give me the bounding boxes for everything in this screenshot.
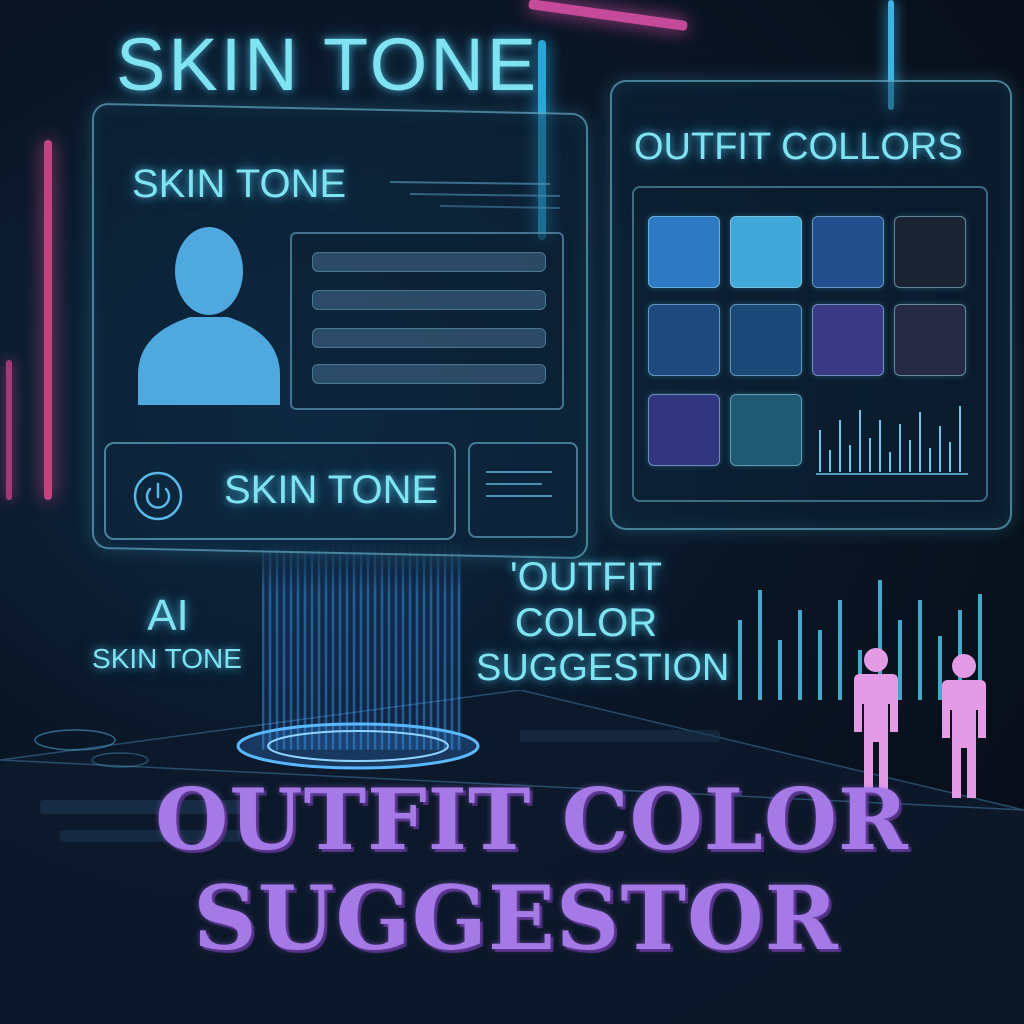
color-swatch[interactable] xyxy=(648,216,720,288)
menu-lines-icon xyxy=(486,471,552,497)
color-swatch[interactable] xyxy=(730,304,802,376)
neon-bar-top xyxy=(528,0,688,32)
neon-bar-left xyxy=(44,140,52,500)
main-title-line-1: OUTFIT COLOR xyxy=(155,770,909,869)
scene: SKIN TONE SKIN TONE SKIN TONE OUTFIT COL… xyxy=(0,0,1024,1024)
outfit-panel-heading: OUTFIT COLLORS xyxy=(634,126,963,168)
info-line xyxy=(312,364,546,384)
info-line xyxy=(312,328,546,348)
color-swatch[interactable] xyxy=(648,304,720,376)
color-swatch[interactable] xyxy=(894,216,966,288)
skin-tone-button-label: SKIN TONE xyxy=(224,468,439,512)
ai-skin-tone-label: SKIN TONE xyxy=(92,643,242,674)
info-line xyxy=(312,252,546,272)
color-swatch[interactable] xyxy=(730,216,802,288)
hologram-base-ring xyxy=(236,722,480,770)
power-icon xyxy=(133,471,183,521)
menu-lines-box[interactable] xyxy=(468,442,578,538)
color-swatch[interactable] xyxy=(894,304,966,376)
color-swatch[interactable] xyxy=(648,394,720,466)
panel-header-lines xyxy=(389,181,561,209)
neon-bar-left-short xyxy=(6,360,12,500)
color-swatch[interactable] xyxy=(730,394,802,466)
suggestion-line-2: COLOR xyxy=(514,601,658,645)
color-swatch[interactable] xyxy=(812,216,884,288)
person-silhouette-icon xyxy=(138,227,280,405)
skin-panel-heading: SKIN TONE xyxy=(132,162,347,206)
skin-tone-button[interactable]: SKIN TONE xyxy=(104,442,456,540)
mini-bar-graphic xyxy=(816,406,968,475)
hero-title: SKIN TONE xyxy=(116,23,540,106)
info-line xyxy=(312,290,546,310)
suggestion-line-1: 'OUTFIT xyxy=(509,555,663,599)
color-swatch[interactable] xyxy=(812,304,884,376)
ai-label: AI xyxy=(147,591,189,640)
main-title-line-2: SUGGESTOR xyxy=(193,866,839,970)
suggestion-line-3: SUGGESTION xyxy=(476,647,730,689)
